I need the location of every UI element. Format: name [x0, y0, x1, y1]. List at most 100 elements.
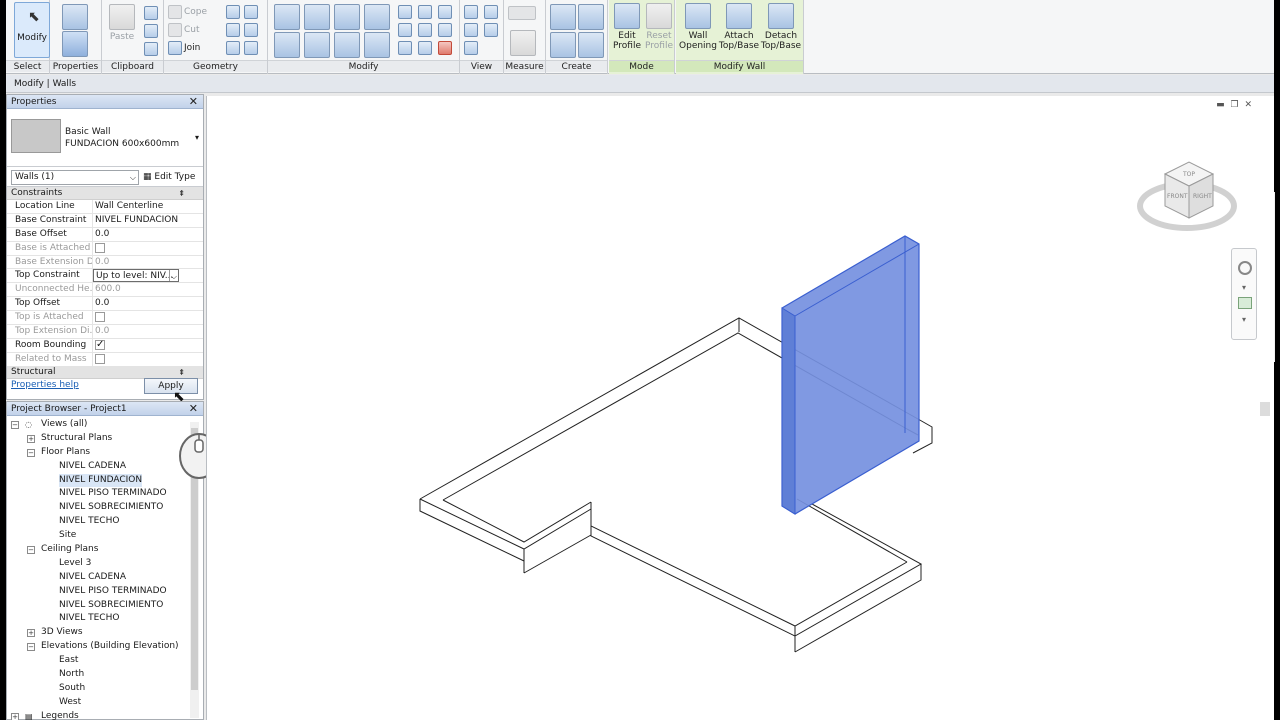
- unjoin-icon[interactable]: [226, 41, 240, 55]
- browser-node[interactable]: North: [7, 668, 203, 682]
- property-row[interactable]: Base Constraint NIVEL FUNDACION: [7, 213, 203, 228]
- measure-distance-icon[interactable]: [508, 6, 536, 20]
- browser-node[interactable]: − Floor Plans: [7, 446, 203, 460]
- property-value[interactable]: Wall Centerline: [93, 200, 179, 213]
- paint-icon[interactable]: [244, 5, 258, 19]
- pick-icon[interactable]: [244, 41, 258, 55]
- align-icon[interactable]: [274, 4, 300, 30]
- cut-scissors-icon[interactable]: [144, 6, 158, 20]
- browser-node[interactable]: NIVEL TECHO: [7, 612, 203, 626]
- property-value[interactable]: 0.0: [93, 228, 179, 241]
- property-value[interactable]: 0.0: [93, 297, 179, 310]
- reset-profile-button[interactable]: Reset Profile: [643, 3, 675, 51]
- steering-wheel-icon[interactable]: [1238, 261, 1252, 275]
- create-similar-icon[interactable]: [578, 32, 604, 58]
- modify-button[interactable]: ⬉ Modify: [14, 2, 50, 58]
- expand-icon[interactable]: +: [27, 434, 35, 443]
- split-face-icon[interactable]: [226, 5, 240, 19]
- create-assembly-icon[interactable]: [550, 4, 576, 30]
- scale-icon[interactable]: [418, 23, 432, 37]
- apply-button[interactable]: Apply: [144, 378, 198, 394]
- constraints-group-header[interactable]: Constraints ⇞: [7, 187, 203, 200]
- collapse-icon[interactable]: ⇞: [178, 187, 185, 200]
- detach-top-base-button[interactable]: Detach Top/Base: [760, 3, 802, 51]
- viewcube[interactable]: TOP FRONT RIGHT: [1137, 154, 1237, 244]
- select-box-icon[interactable]: [464, 41, 478, 55]
- property-row[interactable]: Related to Mass: [7, 352, 203, 366]
- wall-opening-button[interactable]: Wall Opening: [678, 3, 718, 51]
- cope-icon[interactable]: [168, 5, 182, 19]
- browser-node[interactable]: NIVEL CADENA: [7, 571, 203, 585]
- properties-titlebar[interactable]: Properties ✕: [7, 95, 203, 109]
- property-row[interactable]: Top Offset 0.0: [7, 297, 203, 312]
- property-row[interactable]: Location Line Wall Centerline: [7, 200, 203, 214]
- join-icon[interactable]: [168, 41, 182, 55]
- viewport-scroll-thumb[interactable]: [1260, 402, 1270, 416]
- delete-icon[interactable]: [438, 41, 452, 55]
- browser-node[interactable]: NIVEL SOBRECIMIENTO: [7, 501, 203, 515]
- mirror-axis-icon[interactable]: [334, 4, 360, 30]
- browser-node[interactable]: +3D Views: [7, 626, 203, 640]
- browser-node[interactable]: West: [7, 696, 203, 710]
- browser-node[interactable]: South: [7, 682, 203, 696]
- instance-filter-dropdown[interactable]: Walls (1) ⌵: [11, 170, 139, 185]
- 3d-viewport[interactable]: ▬ ❐ ✕ TOP FRONT RIGHT ▾ ▾: [206, 96, 1274, 720]
- aligned-dimension-icon[interactable]: [510, 30, 536, 56]
- browser-node[interactable]: East: [7, 654, 203, 668]
- browser-node[interactable]: − Ceiling Plans: [7, 543, 203, 557]
- demolish-icon[interactable]: [244, 23, 258, 37]
- edit-profile-button[interactable]: Edit Profile: [611, 3, 643, 51]
- property-row[interactable]: Unconnected He... 600.0: [7, 283, 203, 298]
- close-icon[interactable]: ✕: [189, 95, 198, 109]
- select-panel-label[interactable]: Select: [6, 60, 49, 72]
- create-group-icon[interactable]: [550, 32, 576, 58]
- collapse-icon[interactable]: −: [27, 643, 35, 652]
- browser-node[interactable]: − Views (all) ◌: [7, 418, 203, 432]
- trim-extend-icon[interactable]: [364, 32, 390, 58]
- property-checkbox[interactable]: [95, 339, 105, 351]
- mirror-draw-icon[interactable]: [364, 4, 390, 30]
- property-row[interactable]: Base is Attached: [7, 241, 203, 256]
- properties-palette-icon[interactable]: [62, 31, 88, 57]
- properties-help-link[interactable]: Properties help: [11, 380, 79, 390]
- wall-joins-icon[interactable]: [226, 23, 240, 37]
- attach-top-base-button[interactable]: Attach Top/Base: [718, 3, 760, 51]
- rotate-icon[interactable]: [334, 32, 360, 58]
- paste-button[interactable]: Paste: [106, 4, 138, 42]
- browser-node[interactable]: NIVEL FUNDACION: [7, 473, 203, 488]
- browser-node[interactable]: − Elevations (Building Elevation): [7, 640, 203, 654]
- browser-node[interactable]: + Legends ▤: [7, 710, 203, 720]
- browser-node[interactable]: NIVEL PISO TERMINADO: [7, 585, 203, 599]
- chevron-down-icon[interactable]: ▾: [1242, 315, 1246, 324]
- browser-titlebar[interactable]: Project Browser - Project1 ✕: [7, 402, 203, 416]
- browser-node[interactable]: + Structural Plans: [7, 432, 203, 446]
- property-value[interactable]: NIVEL FUNDACION: [93, 214, 179, 227]
- model-canvas[interactable]: [207, 96, 1275, 720]
- selected-wall[interactable]: [781, 235, 920, 515]
- property-row[interactable]: Top is Attached: [7, 311, 203, 326]
- move-icon[interactable]: [274, 32, 300, 58]
- trim-multiple-icon[interactable]: [398, 41, 412, 55]
- property-row[interactable]: Base Offset 0.0: [7, 227, 203, 242]
- browser-node[interactable]: NIVEL SOBRECIMIENTO: [7, 599, 203, 613]
- close-icon[interactable]: ✕: [189, 402, 198, 416]
- property-row[interactable]: Top Extension Di... 0.0: [7, 325, 203, 339]
- browser-node[interactable]: NIVEL TECHO: [7, 515, 203, 529]
- cut-geometry-icon[interactable]: [168, 23, 182, 37]
- browser-node[interactable]: NIVEL CADENA: [7, 460, 203, 474]
- split-gap-icon[interactable]: [418, 5, 432, 19]
- display-icon[interactable]: [484, 23, 498, 37]
- chevron-down-icon[interactable]: ⌵: [168, 270, 177, 282]
- unpin-icon[interactable]: [438, 5, 452, 19]
- expand-icon[interactable]: +: [27, 629, 35, 638]
- offset-icon[interactable]: [304, 4, 330, 30]
- edit-type-button[interactable]: ▦ Edit Type: [143, 170, 195, 185]
- property-row[interactable]: Room Bounding: [7, 338, 203, 353]
- property-row[interactable]: Top Constraint Up to level: NIV... ⌵: [7, 269, 203, 284]
- type-properties-icon[interactable]: [62, 4, 88, 30]
- override-graphics-icon[interactable]: [484, 5, 498, 19]
- pin-icon[interactable]: [438, 23, 452, 37]
- browser-node[interactable]: Level 3: [7, 557, 203, 571]
- trim-single-icon[interactable]: [418, 41, 432, 55]
- split-icon[interactable]: [398, 5, 412, 19]
